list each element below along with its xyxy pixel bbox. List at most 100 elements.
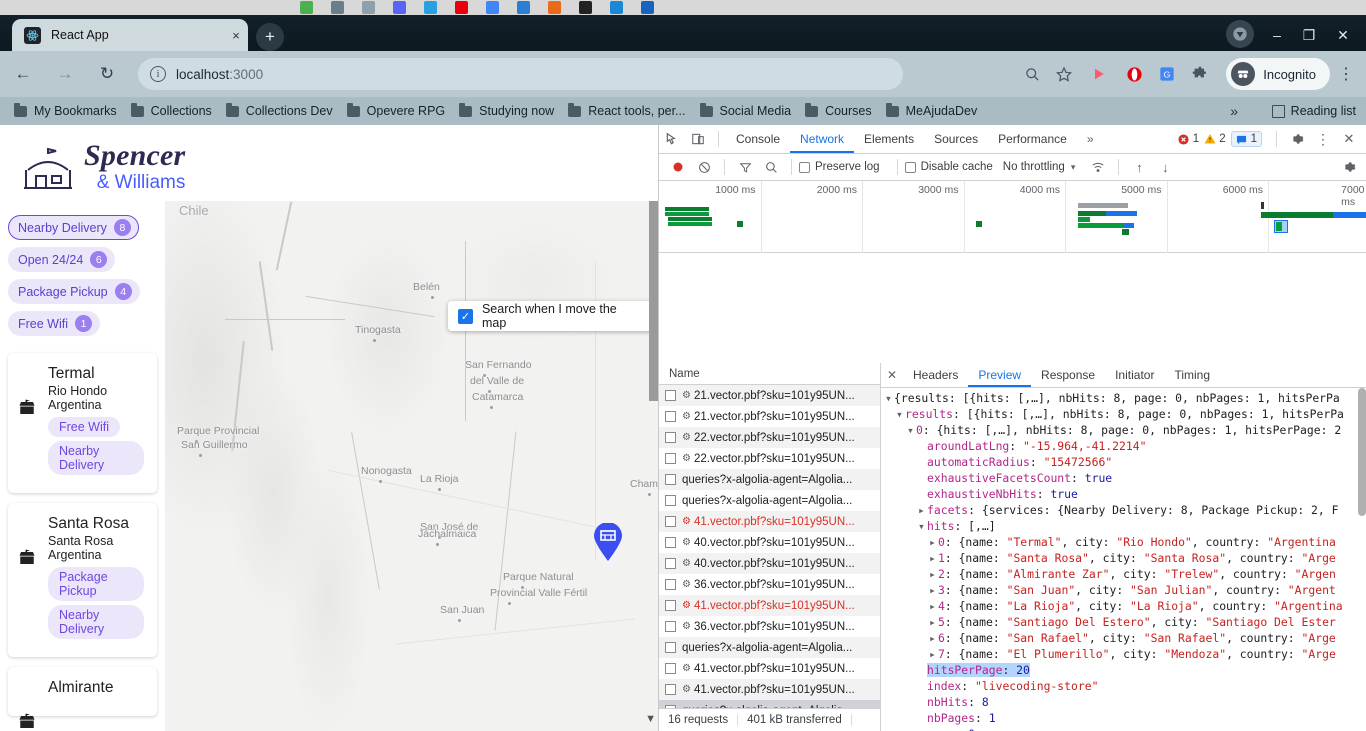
json-line[interactable]: exhaustiveFacetsCount: true <box>881 470 1366 486</box>
profile-avatar[interactable] <box>1226 20 1254 48</box>
json-line[interactable]: ▸ 5: {name: "Santiago Del Estero", city: … <box>881 614 1366 630</box>
map-scrollbar-thumb[interactable] <box>649 201 658 401</box>
bookmark-item[interactable]: My Bookmarks <box>14 102 117 118</box>
search-icon[interactable] <box>758 154 784 180</box>
network-overview-timeline[interactable]: 1000 ms 2000 ms 3000 ms 4000 ms 5000 ms 6000 … <box>659 181 1366 253</box>
json-line[interactable]: ▸ 1: {name: "Santa Rosa", city: "Santa Ro… <box>881 550 1366 566</box>
request-row-checkbox[interactable] <box>665 663 676 674</box>
telegram-icon[interactable] <box>424 1 437 14</box>
request-row[interactable]: ⚙ 36.vector.pbf?sku=101y95UN... <box>659 574 880 595</box>
detail-tab-response[interactable]: Response <box>1031 363 1105 387</box>
json-disclosure-triangle[interactable]: ▾ <box>896 406 905 422</box>
store-tag[interactable]: Package Pickup <box>48 567 144 601</box>
request-row-checkbox[interactable] <box>665 558 676 569</box>
close-icon[interactable]: × <box>224 28 248 43</box>
store-card[interactable]: Almirante <box>8 667 157 728</box>
preview-json-viewer[interactable]: ▾ {results: [{hits: [,…], nbHits: 8, page… <box>881 388 1366 731</box>
window-maximize-button[interactable]: ❐ <box>1296 25 1322 45</box>
devtools-tab-sources[interactable]: Sources <box>924 125 988 153</box>
zoom-icon[interactable] <box>1020 62 1044 86</box>
json-line[interactable]: ▾ {results: [{hits: [,…], nbHits: 8, page… <box>881 390 1366 406</box>
devtools-tab-network[interactable]: Network <box>790 125 854 153</box>
devtools-tab-console[interactable]: Console <box>726 125 790 153</box>
request-row[interactable]: ⚙ 22.vector.pbf?sku=101y95UN... <box>659 448 880 469</box>
request-column-header[interactable]: Name <box>659 363 880 385</box>
bookmark-star-icon[interactable] <box>1052 62 1076 86</box>
filter-icon[interactable] <box>732 154 758 180</box>
browser-menu-button[interactable]: ⋮ <box>1334 62 1358 86</box>
request-row[interactable]: queries?x-algolia-agent=Algolia... <box>659 700 880 708</box>
json-disclosure-triangle[interactable]: ▸ <box>929 646 938 662</box>
site-info-icon[interactable]: i <box>150 66 166 82</box>
request-row[interactable]: queries?x-algolia-agent=Algolia... <box>659 637 880 658</box>
bookmark-item[interactable]: Social Media <box>699 102 791 118</box>
json-line[interactable]: hitsPerPage: 20 <box>881 662 1366 678</box>
detail-tab-initiator[interactable]: Initiator <box>1105 363 1164 387</box>
disable-cache-option[interactable]: Disable cache <box>904 161 993 173</box>
page-scroll-down-icon[interactable]: ▼ <box>645 713 656 725</box>
request-row-checkbox[interactable] <box>665 411 676 422</box>
request-rows[interactable]: ⚙ 21.vector.pbf?sku=101y95UN... ⚙ 21.vector… <box>659 385 880 708</box>
preview-scrollbar[interactable] <box>1357 388 1366 731</box>
json-line[interactable]: nbHits: 8 <box>881 694 1366 710</box>
facet-open-24-24[interactable]: Open 24/24 6 <box>8 247 116 272</box>
json-line[interactable]: ▾ results: [{hits: [,…], nbHits: 8, page:… <box>881 406 1366 422</box>
bookmarks-overflow-button[interactable]: » <box>1230 103 1238 119</box>
preview-scrollbar-thumb[interactable] <box>1358 388 1366 516</box>
throttling-select[interactable]: No throttling ▾ <box>1003 161 1076 173</box>
network-conditions-icon[interactable] <box>1085 154 1111 180</box>
bookmark-item[interactable]: Studying now <box>459 102 554 118</box>
camera-icon[interactable] <box>331 1 344 14</box>
bookmark-item[interactable]: Courses <box>805 102 872 118</box>
window-close-button[interactable]: ✕ <box>1330 25 1356 45</box>
disable-cache-checkbox[interactable] <box>904 161 916 173</box>
error-badge[interactable]: 1 <box>1178 133 1199 145</box>
detail-close-button[interactable]: ✕ <box>881 362 903 388</box>
json-line[interactable]: ▸ 2: {name: "Almirante Zar", city: "Trele… <box>881 566 1366 582</box>
incognito-indicator[interactable]: Incognito <box>1226 58 1330 90</box>
json-disclosure-triangle[interactable]: ▸ <box>929 582 938 598</box>
request-row-checkbox[interactable] <box>665 390 676 401</box>
request-row-checkbox[interactable] <box>665 474 676 485</box>
reload-button[interactable]: ↻ <box>94 61 120 87</box>
json-disclosure-triangle[interactable]: ▾ <box>885 390 894 406</box>
opera-icon[interactable] <box>455 1 468 14</box>
request-row[interactable]: ⚙ 22.vector.pbf?sku=101y95UN... <box>659 427 880 448</box>
request-row[interactable]: ⚙ 40.vector.pbf?sku=101y95UN... <box>659 532 880 553</box>
window-minimize-button[interactable]: – <box>1264 25 1290 45</box>
record-icon[interactable] <box>665 154 691 180</box>
request-row[interactable]: ⚙ 41.vector.pbf?sku=101y95UN... <box>659 511 880 532</box>
detail-tab-headers[interactable]: Headers <box>903 363 968 387</box>
preserve-log-option[interactable]: Preserve log <box>799 161 880 173</box>
json-disclosure-triangle[interactable]: ▾ <box>907 422 916 438</box>
json-line[interactable]: index: "livecoding-store" <box>881 678 1366 694</box>
site-logo[interactable]: Spencer & Williams <box>22 141 185 192</box>
bookmark-item[interactable]: Collections Dev <box>225 102 333 118</box>
request-row-checkbox[interactable] <box>665 453 676 464</box>
back-button[interactable]: ← <box>10 61 36 87</box>
json-line[interactable]: ▸ 3: {name: "San Juan", city: "San Julian… <box>881 582 1366 598</box>
json-line[interactable]: nbPages: 1 <box>881 710 1366 726</box>
request-row[interactable]: queries?x-algolia-agent=Algolia... <box>659 469 880 490</box>
green-circle-icon[interactable] <box>300 1 313 14</box>
request-row-checkbox[interactable] <box>665 600 676 611</box>
json-line[interactable]: automaticRadius: "15472566" <box>881 454 1366 470</box>
import-har-icon[interactable]: ↑ <box>1126 154 1152 180</box>
detail-tab-timing[interactable]: Timing <box>1164 363 1220 387</box>
json-disclosure-triangle[interactable]: ▸ <box>918 502 927 518</box>
request-row[interactable]: ⚙ 41.vector.pbf?sku=101y95UN... <box>659 679 880 700</box>
export-har-icon[interactable]: ↓ <box>1152 154 1178 180</box>
json-line[interactable]: aroundLatLng: "-15.964,-41.2214" <box>881 438 1366 454</box>
request-row-checkbox[interactable] <box>665 495 676 506</box>
json-disclosure-triangle[interactable]: ▸ <box>929 534 938 550</box>
device-toolbar-icon[interactable] <box>685 126 711 152</box>
json-line[interactable]: ▸ facets: {services: {Nearby Delivery: 8,… <box>881 502 1366 518</box>
store-tag[interactable]: Nearby Delivery <box>48 441 144 475</box>
network-settings-gear-icon[interactable] <box>1336 154 1362 180</box>
steam-icon[interactable] <box>610 1 623 14</box>
extensions-puzzle-icon[interactable] <box>1188 62 1212 86</box>
request-row[interactable]: ⚙ 36.vector.pbf?sku=101y95UN... <box>659 616 880 637</box>
translate-icon[interactable]: G <box>1155 62 1179 86</box>
request-row[interactable]: queries?x-algolia-agent=Algolia... <box>659 490 880 511</box>
bookmark-item[interactable]: Collections <box>130 102 212 118</box>
